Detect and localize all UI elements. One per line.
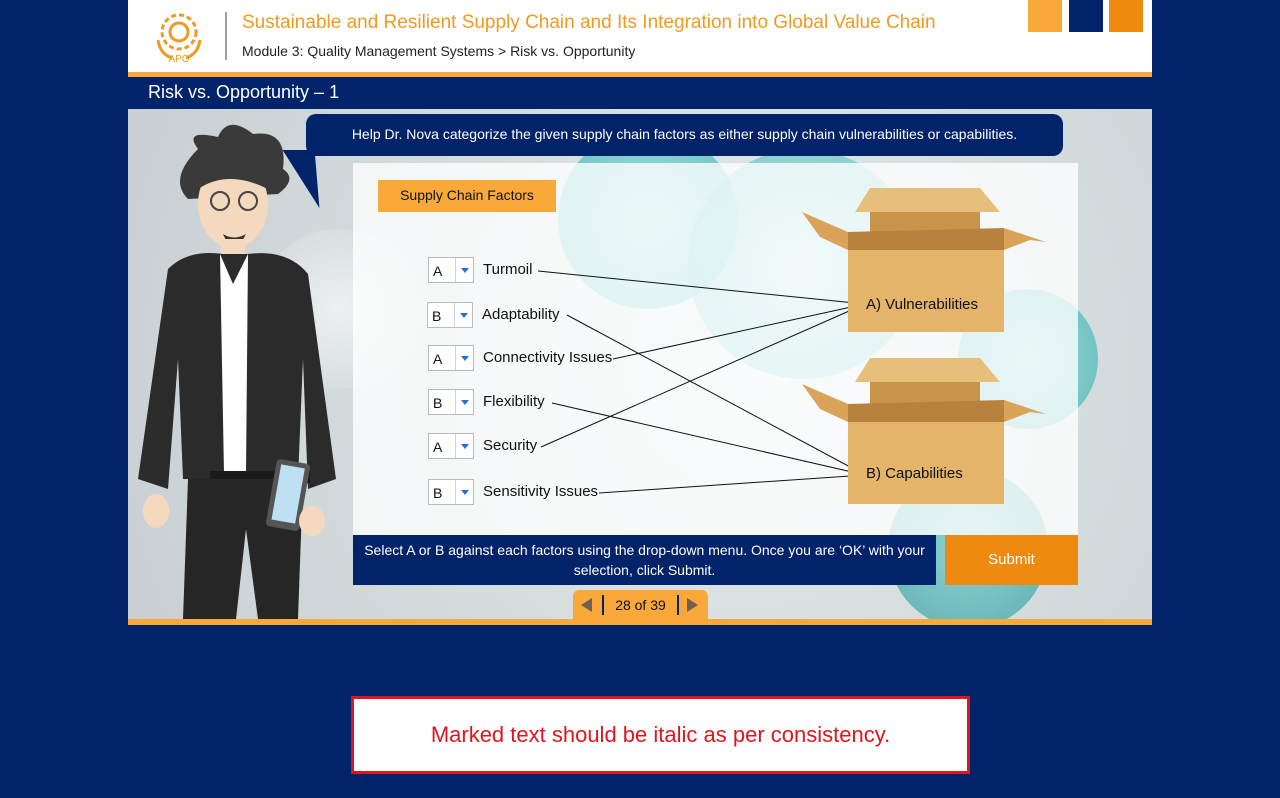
pager: 28 of 39: [573, 590, 708, 620]
dropdown-value: A: [433, 263, 443, 279]
factor-label: Connectivity Issues: [483, 349, 613, 366]
category-key: A): [866, 296, 881, 313]
chevron-down-icon[interactable]: [455, 390, 473, 414]
factor-dropdown[interactable]: A: [428, 433, 474, 459]
dropdown-value: B: [433, 485, 443, 501]
factor-label: Adaptability: [482, 306, 560, 323]
factor-label: Flexibility: [483, 393, 545, 410]
factor-label: Sensitivity Issues: [483, 483, 599, 500]
chevron-down-icon[interactable]: [454, 303, 472, 327]
prev-arrow-icon[interactable]: [581, 598, 592, 612]
category-text: Capabilities: [885, 465, 963, 482]
chevron-down-icon[interactable]: [455, 480, 473, 504]
factor-dropdown[interactable]: B: [428, 389, 474, 415]
factor-dropdown[interactable]: B: [428, 479, 474, 505]
dropdown-value: A: [433, 439, 443, 455]
dropdown-value: B: [433, 395, 443, 411]
review-note: Marked text should be italic as per cons…: [351, 696, 970, 774]
vulnerabilities-box-image: [802, 188, 1046, 332]
factor-label: Turmoil: [483, 261, 533, 278]
next-arrow-icon[interactable]: [687, 598, 698, 612]
category-label-a: A) Vulnerabilities: [866, 296, 978, 313]
submit-button[interactable]: Submit: [945, 535, 1078, 585]
page-number: 28 of 39: [615, 597, 666, 613]
category-label-b: B) Capabilities: [866, 465, 963, 482]
factor-label: Security: [483, 437, 538, 454]
chevron-down-icon[interactable]: [455, 346, 473, 370]
instructions-text: Select A or B against each factors using…: [353, 535, 936, 585]
chevron-down-icon[interactable]: [455, 434, 473, 458]
dropdown-value: B: [432, 308, 442, 324]
factor-dropdown[interactable]: B: [427, 302, 473, 328]
pager-separator: [677, 595, 679, 615]
category-text: Vulnerabilities: [885, 296, 978, 313]
dropdown-value: A: [433, 351, 443, 367]
category-key: B): [866, 465, 881, 482]
connector-lines: [537, 270, 866, 494]
capabilities-box-image: [802, 358, 1046, 504]
factor-dropdown[interactable]: A: [428, 257, 474, 283]
factor-dropdown[interactable]: A: [428, 345, 474, 371]
chevron-down-icon[interactable]: [455, 258, 473, 282]
